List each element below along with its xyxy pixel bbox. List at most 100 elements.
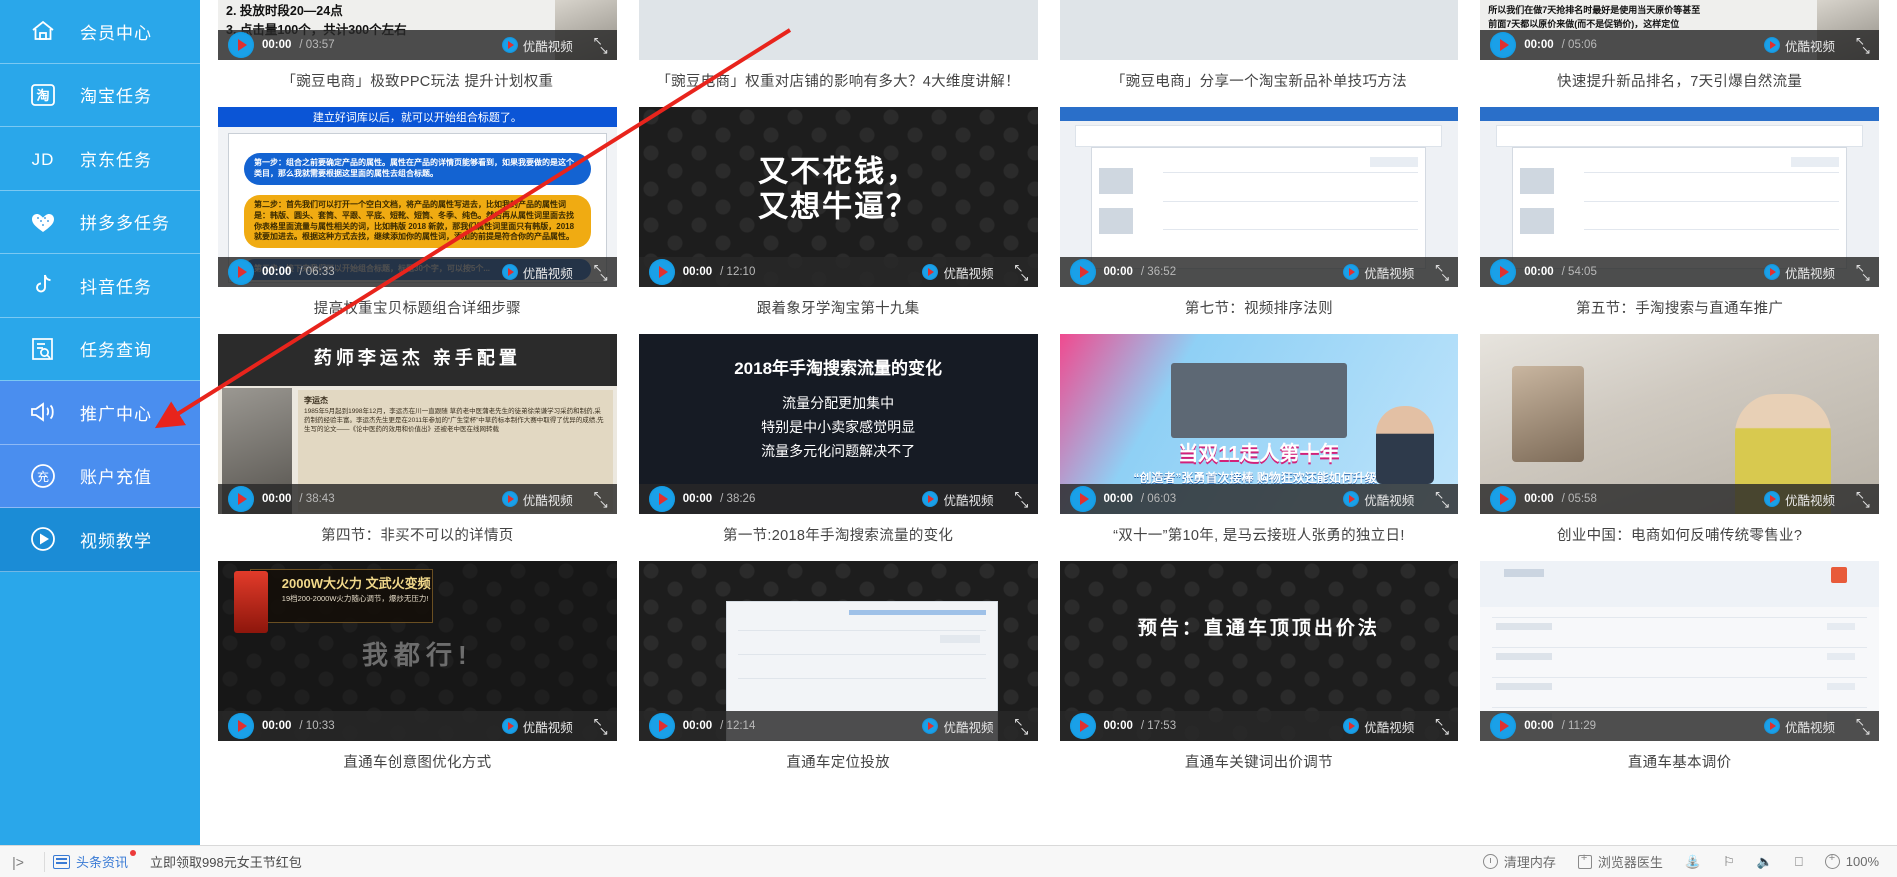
play-button-icon[interactable] (228, 259, 254, 285)
play-button-icon[interactable] (1490, 259, 1517, 285)
browser-doctor-button[interactable]: 浏览器医生 (1577, 852, 1663, 871)
video-thumbnail[interactable]: 建立好词库以后，就可以开始组合标题了。 第一步：组合之前要确定产品的属性。属性在产… (218, 107, 617, 287)
sidebar-item-9[interactable]: 视频教学 (0, 508, 200, 572)
video-title[interactable]: 第四节：非买不可以的详情页 (218, 514, 617, 561)
video-card[interactable]: 00:00 / 54:05 优酷视频第五节：手淘搜索与直通车推广 (1480, 107, 1879, 334)
video-card[interactable]: 00:00 / 11:29 优酷视频直通车基本调价 (1480, 561, 1879, 788)
video-thumbnail[interactable]: 所以我们在做7天抢排名时最好是使用当天原价等甚至 前面7天都以原价来做(而不是促销… (1480, 0, 1879, 60)
news-headline[interactable]: 立即领取998元女王节红包 (150, 852, 302, 871)
video-control-bar[interactable]: 00:00 / 05:06 优酷视频 (1480, 30, 1879, 60)
video-title[interactable]: 快速提升新品排名，7天引爆自然流量 (1480, 60, 1879, 107)
video-card[interactable]: 2018年手淘搜索流量的变化 流量分配更加集中 特别是中小卖家感觉明显 流量多元化问题… (638, 334, 1038, 561)
video-control-bar[interactable]: 00:00 / 10:33 优酷视频 (218, 711, 617, 741)
play-button-icon[interactable] (1490, 713, 1517, 739)
youku-brand[interactable]: 优酷视频 (1763, 717, 1835, 736)
video-control-bar[interactable]: 00:00 / 36:52 优酷视频 (1059, 257, 1459, 287)
zoom-level-control[interactable]: 100% (1824, 852, 1879, 869)
fullscreen-icon[interactable] (1014, 262, 1030, 283)
fullscreen-icon[interactable] (1855, 35, 1871, 56)
play-button-icon[interactable] (1069, 486, 1096, 512)
video-thumbnail[interactable]: 2. 投放时段20—24点3. 点击量100个，共计300个左右00:00 / … (218, 0, 617, 60)
video-title[interactable]: 第七节：视频排序法则 (1060, 287, 1459, 334)
video-control-bar[interactable]: 00:00 / 06:03 优酷视频 (1059, 484, 1459, 514)
video-card[interactable]: 00:00 / 36:52 优酷视频第七节：视频排序法则 (1059, 107, 1459, 334)
sidebar-item-6[interactable]: 任务查询 (0, 318, 200, 381)
video-control-bar[interactable]: 00:00 / 11:29 优酷视频 (1480, 711, 1879, 741)
video-thumbnail[interactable] (638, 0, 1038, 60)
video-title[interactable]: 第五节：手淘搜索与直通车推广 (1480, 287, 1879, 334)
video-card[interactable]: 2. 投放时段20—24点3. 点击量100个，共计300个左右00:00 / … (218, 0, 617, 107)
video-title[interactable]: 直通车基本调价 (1480, 741, 1879, 788)
video-thumbnail[interactable]: 药师李运杰 亲手配置 李运杰 1985年5月起到1998年12月，李运杰在川一直跟随… (218, 334, 617, 514)
fullscreen-icon[interactable] (593, 35, 609, 56)
youku-brand[interactable]: 优酷视频 (1763, 490, 1835, 509)
youku-brand[interactable]: 优酷视频 (1763, 36, 1835, 55)
fullscreen-icon[interactable] (593, 716, 609, 737)
video-card[interactable]: 建立好词库以后，就可以开始组合标题了。 第一步：组合之前要确定产品的属性。属性在产… (218, 107, 617, 334)
video-title[interactable]: 「豌豆电商」权重对店铺的影响有多大？4大维度讲解！ (639, 60, 1038, 107)
youku-brand[interactable]: 优酷视频 (1343, 490, 1414, 509)
fullscreen-icon[interactable] (1434, 716, 1450, 737)
video-title[interactable]: 直通车创意图优化方式 (218, 741, 617, 788)
sidebar-item-2[interactable]: 淘 淘宝任务 (0, 64, 200, 127)
fullscreen-icon[interactable] (1434, 262, 1450, 283)
sidebar-item-1[interactable]: 会员中心 (0, 0, 200, 64)
video-card[interactable]: 药师李运杰 亲手配置 李运杰 1985年5月起到1998年12月，李运杰在川一直跟随… (218, 334, 617, 561)
youku-brand[interactable]: 优酷视频 (501, 36, 573, 55)
play-button-icon[interactable] (648, 486, 675, 512)
youku-brand[interactable]: 优酷视频 (501, 490, 573, 509)
youku-brand[interactable]: 优酷视频 (922, 263, 994, 282)
video-title[interactable]: 提高权重宝贝标题组合详细步骤 (218, 287, 617, 334)
video-title[interactable]: “双十一”第10年, 是马云接班人张勇的独立日! (1060, 514, 1459, 561)
video-card[interactable]: 00:00 / 12:14 优酷视频直通车定位投放 (638, 561, 1038, 788)
video-card[interactable]: 又不花钱，又想牛逼？00:00 / 12:10优酷视频跟着象牙学淘宝第十九集 (638, 107, 1038, 334)
fullscreen-icon[interactable] (593, 262, 609, 283)
video-card[interactable]: 当双11走人第十年 “创造者”张勇首次接棒 购物狂欢还能如何升级? 00:00 / … (1059, 334, 1459, 561)
news-app-name[interactable]: 头条资讯 (76, 850, 137, 871)
video-thumbnail[interactable]: 00:00 / 12:14 优酷视频 (638, 561, 1038, 741)
video-title[interactable]: 「豌豆电商」极致PPC玩法 提升计划权重 (218, 60, 617, 107)
fullscreen-icon[interactable] (1014, 716, 1030, 737)
video-thumbnail[interactable] (1059, 0, 1459, 60)
video-card[interactable]: 「豌豆电商」权重对店铺的影响有多大？4大维度讲解！ (638, 0, 1038, 107)
play-button-icon[interactable] (1490, 32, 1517, 58)
video-card[interactable]: 预告：直通车顶顶出价法00:00 / 17:53优酷视频直通车关键词出价调节 (1059, 561, 1459, 788)
sidebar-item-3[interactable]: JD 京东任务 (0, 127, 200, 191)
video-thumbnail[interactable]: 00:00 / 54:05 优酷视频 (1480, 107, 1879, 287)
speaker-icon[interactable]: 🔈 (1757, 854, 1773, 870)
video-card[interactable]: 2000W大火力 文武火变频 19档200-2000W火力随心调节，爆炒无压力! 我… (218, 561, 617, 788)
video-control-bar[interactable]: 00:00 / 38:43 优酷视频 (218, 484, 617, 514)
video-title[interactable]: 直通车定位投放 (639, 741, 1038, 788)
expand-arrow-icon[interactable]: |> (0, 854, 36, 870)
video-control-bar[interactable]: 00:00 / 12:10 优酷视频 (638, 257, 1038, 287)
fullscreen-icon[interactable] (1855, 489, 1871, 510)
fullscreen-icon[interactable] (593, 489, 609, 510)
clean-memory-button[interactable]: 清理内存 (1482, 852, 1556, 871)
video-control-bar[interactable]: 00:00 / 06:33 优酷视频 (218, 257, 617, 287)
play-button-icon[interactable] (1490, 486, 1517, 512)
play-button-icon[interactable] (1069, 259, 1096, 285)
video-title[interactable]: 创业中国：电商如何反哺传统零售业? (1480, 514, 1879, 561)
video-thumbnail[interactable]: 2018年手淘搜索流量的变化 流量分配更加集中 特别是中小卖家感觉明显 流量多元化问题… (638, 334, 1038, 514)
youku-brand[interactable]: 优酷视频 (501, 717, 573, 736)
youku-brand[interactable]: 优酷视频 (922, 490, 994, 509)
video-title[interactable]: 直通车关键词出价调节 (1060, 741, 1459, 788)
play-button-icon[interactable] (648, 259, 675, 285)
video-title[interactable]: 「豌豆电商」分享一个淘宝新品补单技巧方法 (1060, 60, 1459, 107)
video-thumbnail[interactable]: 00:00 / 36:52 优酷视频 (1059, 107, 1459, 287)
video-card[interactable]: 所以我们在做7天抢排名时最好是使用当天原价等甚至 前面7天都以原价来做(而不是促销… (1480, 0, 1879, 107)
sidebar-item-7[interactable]: 推广中心 (0, 381, 200, 445)
play-button-icon[interactable] (228, 32, 254, 58)
video-thumbnail[interactable]: 当双11走人第十年 “创造者”张勇首次接棒 购物狂欢还能如何升级? 00:00 / … (1059, 334, 1459, 514)
video-control-bar[interactable]: 00:00 / 54:05 优酷视频 (1480, 257, 1879, 287)
broom-icon[interactable]: ⛲ (1685, 854, 1701, 870)
video-control-bar[interactable]: 00:00 / 38:26 优酷视频 (638, 484, 1038, 514)
fullscreen-icon[interactable] (1855, 716, 1871, 737)
video-thumbnail[interactable]: 又不花钱， 又想牛逼？ 00:00 / 12:10 优酷视频 (638, 107, 1038, 287)
youku-brand[interactable]: 优酷视频 (501, 263, 573, 282)
video-control-bar[interactable]: 00:00 / 12:14 优酷视频 (638, 711, 1038, 741)
sidebar-item-8[interactable]: 充 账户充值 (0, 444, 200, 508)
play-button-icon[interactable] (1069, 713, 1096, 739)
youku-brand[interactable]: 优酷视频 (1763, 263, 1835, 282)
youku-brand[interactable]: 优酷视频 (922, 717, 994, 736)
